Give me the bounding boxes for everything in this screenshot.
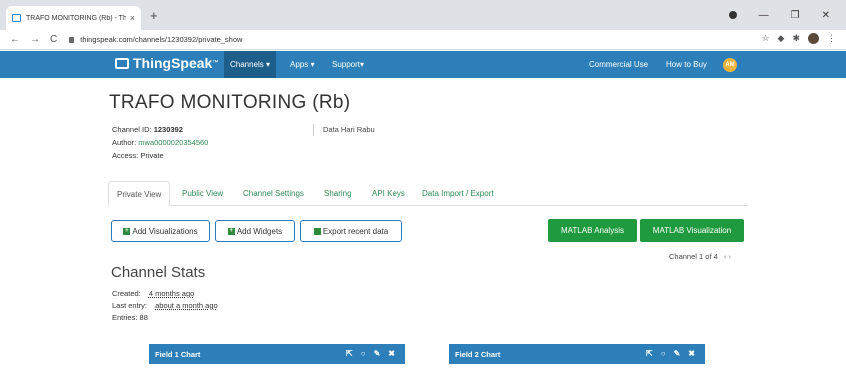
channel-description: Data Hari Rabu [323, 125, 375, 134]
nav-channels[interactable]: Channels ▾ [224, 51, 277, 78]
add-widgets-label: Add Widgets [236, 226, 283, 236]
maximize-icon[interactable]: ❐ [791, 10, 800, 21]
page-title: TRAFO MONITORING (Rb) [109, 92, 351, 113]
channel-id-value: 1230392 [153, 125, 183, 134]
export-label: Export recent data [322, 226, 389, 236]
author-label: Author: [112, 138, 137, 147]
record-icon[interactable] [728, 11, 737, 19]
plus-icon: + [227, 227, 235, 235]
reload-button[interactable]: C [50, 34, 57, 45]
url-field[interactable]: thingspeak.com/channels/1230392/private_… [69, 35, 242, 44]
user-avatar[interactable]: AM [723, 58, 737, 72]
created-value: 4 months ago [148, 289, 195, 298]
chat-bubble-icon [115, 57, 129, 69]
channel-id-line: Channel ID: 1230392 [112, 125, 183, 134]
channel-tabs: Private View Public View Channel Setting… [108, 181, 748, 207]
pager-arrows[interactable]: ‹ › [724, 252, 731, 261]
plus-icon: + [123, 227, 131, 235]
field-2-chart-title: Field 2 Chart [455, 349, 501, 359]
extension-icon[interactable]: ◆ [778, 33, 785, 44]
export-recent-data-button[interactable]: Export recent data [300, 220, 402, 242]
author-line: Author: mwa0000020354560 [112, 138, 208, 147]
open-external-icon[interactable]: ⇱ [646, 349, 653, 358]
nav-support[interactable]: Support▾ [326, 51, 370, 78]
edit-icon[interactable]: ✎ [374, 349, 381, 358]
field-1-chart-title: Field 1 Chart [155, 349, 201, 359]
entries-value: 88 [139, 313, 148, 322]
matlab-analysis-button[interactable]: MATLAB Analysis [548, 219, 637, 242]
url-text: thingspeak.com/channels/1230392/private_… [80, 35, 243, 44]
site-navbar: ThingSpeak ™ Channels ▾ Apps ▾ Support▾ C… [0, 51, 846, 78]
chart-actions: ⇱ ○ ✎ ✖ [646, 349, 695, 358]
author-link[interactable]: mwa0000020354560 [138, 138, 208, 147]
new-tab-button[interactable]: + [150, 8, 158, 23]
browser-tab[interactable]: TRAFO MONITORING (Rb) - Thin × [6, 6, 141, 30]
profile-icon[interactable] [808, 33, 819, 44]
channel-pager: Channel 1 of 4 ‹ › [669, 252, 731, 261]
pager-label: Channel 1 of 4 [669, 252, 718, 261]
forward-button[interactable]: → [30, 34, 40, 45]
access-line: Access: Private [112, 151, 164, 160]
stat-entries: Entries: 88 [112, 313, 148, 322]
tab-private-view[interactable]: Private View [108, 181, 171, 207]
brand-tm: ™ [212, 60, 219, 66]
lock-icon [69, 36, 75, 43]
field-2-chart-header: Field 2 Chart ⇱ ○ ✎ ✖ [449, 344, 705, 364]
browser-tabbar: TRAFO MONITORING (Rb) - Thin × + — ❐ ✕ [0, 0, 846, 30]
add-widgets-button[interactable]: + Add Widgets [215, 220, 295, 242]
field-1-chart-header: Field 1 Chart ⇱ ○ ✎ ✖ [149, 344, 405, 364]
created-label: Created: [112, 289, 141, 298]
tab-data-import-export[interactable]: Data Import / Export [414, 181, 502, 206]
tab-title: TRAFO MONITORING (Rb) - Thin [26, 14, 126, 22]
last-entry-value: about a month ago [155, 301, 218, 310]
divider [313, 124, 314, 136]
entries-label: Entries: [112, 313, 138, 322]
browser-toolbar-icons: ☆ ◆ ✱ ⋮ [761, 33, 836, 44]
nav-apps[interactable]: Apps ▾ [284, 51, 320, 78]
nav-how-to-buy[interactable]: How to Buy [660, 51, 713, 78]
minimize-icon[interactable]: — [759, 10, 769, 21]
chart-actions: ⇱ ○ ✎ ✖ [346, 349, 395, 358]
open-external-icon[interactable]: ⇱ [346, 349, 353, 358]
access-label: Access: [112, 151, 139, 160]
tab-sharing[interactable]: Sharing [316, 181, 360, 206]
stat-created: Created: 4 months ago [112, 289, 194, 298]
thingspeak-logo[interactable]: ThingSpeak ™ [115, 55, 218, 71]
nav-commercial-use[interactable]: Commercial Use [583, 51, 654, 78]
tab-close-icon[interactable]: × [130, 13, 135, 23]
add-visualizations-button[interactable]: + Add Visualizations [111, 220, 210, 242]
tab-public-view[interactable]: Public View [174, 181, 231, 206]
back-button[interactable]: ← [10, 34, 20, 45]
window-controls: — ❐ ✕ [728, 0, 846, 30]
brand-name: ThingSpeak [133, 55, 213, 71]
close-icon[interactable]: ✖ [388, 349, 395, 358]
last-entry-label: Last entry: [112, 301, 148, 310]
comment-icon[interactable]: ○ [361, 349, 366, 358]
close-icon[interactable]: ✖ [688, 349, 695, 358]
matlab-visualization-button[interactable]: MATLAB Visualization [640, 219, 744, 242]
tab-channel-settings[interactable]: Channel Settings [235, 181, 312, 206]
close-window-icon[interactable]: ✕ [822, 10, 830, 21]
tab-api-keys[interactable]: API Keys [364, 181, 413, 206]
export-icon [313, 227, 321, 235]
edit-icon[interactable]: ✎ [674, 349, 681, 358]
star-icon[interactable]: ☆ [761, 33, 769, 44]
stat-last-entry: Last entry: about a month ago [112, 301, 218, 310]
channel-stats-title: Channel Stats [111, 264, 206, 281]
menu-icon[interactable]: ⋮ [827, 33, 836, 44]
channel-id-label: Channel ID: [112, 125, 152, 134]
add-visualizations-label: Add Visualizations [132, 226, 198, 236]
puzzle-icon[interactable]: ✱ [792, 33, 800, 44]
thingspeak-favicon-icon [12, 14, 21, 22]
comment-icon[interactable]: ○ [661, 349, 666, 358]
address-bar: ← → C thingspeak.com/channels/1230392/pr… [0, 30, 846, 50]
access-value: Private [140, 151, 164, 160]
